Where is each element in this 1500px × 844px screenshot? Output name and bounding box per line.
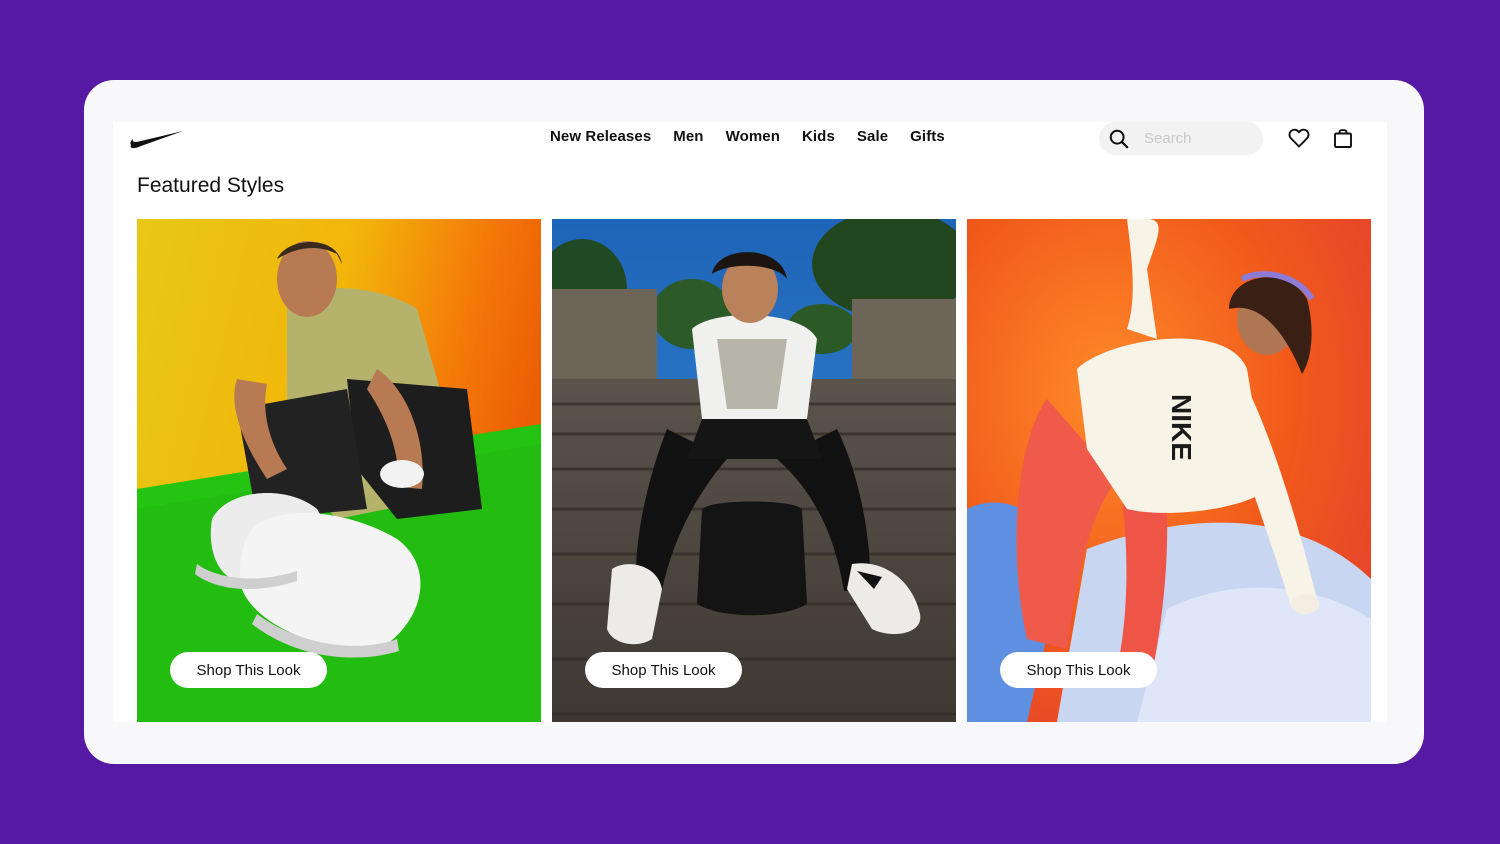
nike-swoosh-logo[interactable] bbox=[129, 128, 185, 150]
search-icon[interactable] bbox=[1108, 128, 1130, 150]
shopping-bag-icon[interactable] bbox=[1331, 126, 1355, 150]
shop-this-look-button[interactable]: Shop This Look bbox=[1000, 652, 1157, 688]
section-title: Featured Styles bbox=[137, 174, 285, 197]
woman-sitting-on-stairs-image bbox=[552, 219, 956, 722]
nav-link-sale[interactable]: Sale bbox=[857, 128, 888, 145]
main-nav: New Releases Men Women Kids Sale Gifts bbox=[550, 128, 945, 145]
shop-this-look-button[interactable]: Shop This Look bbox=[585, 652, 742, 688]
featured-card[interactable]: Shop This Look bbox=[552, 219, 956, 722]
man-sitting-in-white-sneakers-image bbox=[137, 219, 541, 722]
svg-text:NIKE: NIKE bbox=[1166, 394, 1197, 461]
featured-card[interactable]: NIKE Shop This Look bbox=[967, 219, 1371, 722]
nav-link-gifts[interactable]: Gifts bbox=[910, 128, 945, 145]
shop-this-look-button[interactable]: Shop This Look bbox=[170, 652, 327, 688]
featured-card[interactable]: Shop This Look bbox=[137, 219, 541, 722]
girl-in-nike-sweatshirt-image: NIKE bbox=[967, 219, 1371, 722]
search-box[interactable] bbox=[1099, 122, 1263, 155]
nav-link-women[interactable]: Women bbox=[726, 128, 780, 145]
page: New Releases Men Women Kids Sale Gifts F… bbox=[113, 122, 1387, 722]
nav-link-kids[interactable]: Kids bbox=[802, 128, 835, 145]
heart-icon[interactable] bbox=[1287, 126, 1311, 150]
nav-link-new-releases[interactable]: New Releases bbox=[550, 128, 651, 145]
search-input[interactable] bbox=[1142, 129, 1256, 148]
nav-link-men[interactable]: Men bbox=[673, 128, 703, 145]
